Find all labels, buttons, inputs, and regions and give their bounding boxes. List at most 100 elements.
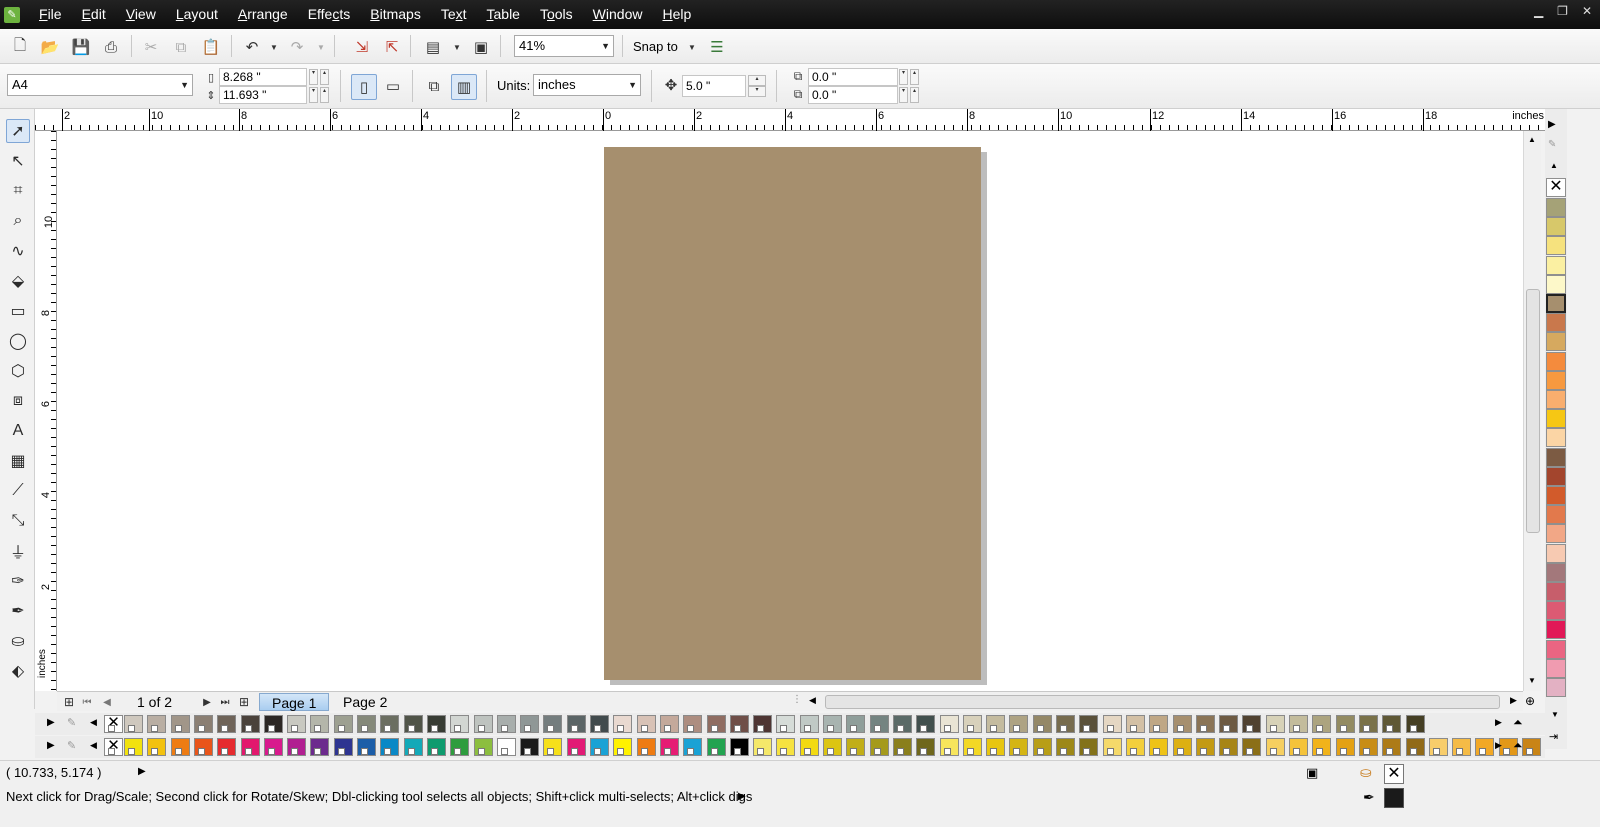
palette-swatch[interactable] [892,715,912,733]
palette-swatch[interactable] [962,715,982,733]
palette-swatch[interactable] [1335,738,1355,756]
palette-swatch[interactable] [1172,715,1192,733]
palette-swatch[interactable] [147,738,167,756]
vertical-scrollbar[interactable]: ▲ ▼ [1523,131,1541,691]
document-page[interactable] [604,147,981,680]
dup-x-spin-up[interactable]: ▴ [910,69,919,85]
menu-item-7[interactable]: Text [431,0,477,29]
polygon-tool-icon[interactable]: ⬡ [6,359,30,383]
landscape-icon[interactable]: ▭ [383,76,403,96]
eyedropper-tool-icon[interactable]: ✑ [6,569,30,593]
palette-swatch[interactable] [1172,738,1192,756]
palette-swatch[interactable] [1452,738,1472,756]
palette-swatch[interactable] [450,715,470,733]
palette-swatch[interactable] [1102,738,1122,756]
palette-swatch[interactable] [1546,198,1566,217]
no-color-swatch[interactable]: ✕ [104,715,123,733]
units-combo[interactable]: inches ▼ [533,74,641,96]
palette-swatch[interactable] [1056,738,1075,756]
width-spin-down[interactable]: ▾ [309,69,318,85]
save-icon[interactable]: 💾 [71,37,91,57]
height-spin-up[interactable]: ▴ [320,87,329,103]
copy-icon[interactable]: ⧉ [171,37,191,57]
palette-scroll-left-icon[interactable]: ◀ [90,740,97,751]
palette-swatch[interactable] [1546,582,1566,601]
palette-swatch[interactable] [1546,351,1566,371]
palette-swatch[interactable] [287,738,307,756]
palette-swatch[interactable] [403,715,423,733]
palette-swatch[interactable] [1312,738,1332,756]
blend-tool-icon[interactable]: ⏚ [6,539,30,563]
palette-swatch[interactable] [613,715,633,733]
scroll-left-icon[interactable]: ◀ [809,695,816,706]
palette-swatch[interactable] [916,715,936,733]
palette-swatch[interactable] [520,738,540,756]
palette-swatch[interactable] [496,738,516,756]
palette-swatch[interactable] [217,738,237,756]
palette-swatch[interactable] [310,738,330,756]
palette-swatch[interactable] [1522,738,1541,756]
page-width-field[interactable]: 8.268 " [219,68,307,86]
vertical-ruler[interactable]: 10 8 6 4 2 [35,131,57,691]
palette-swatch[interactable] [1079,715,1099,733]
smart-fill-tool-icon[interactable]: ⬙ [6,269,30,293]
palette-swatch[interactable] [380,738,400,756]
palette-swatch[interactable] [939,738,959,756]
palette-swatch[interactable] [357,738,376,756]
palette-swatch[interactable] [1546,562,1566,582]
dup-y-spin-up[interactable]: ▴ [910,87,919,103]
menu-item-0[interactable]: File [29,0,72,29]
palette-swatch[interactable] [170,715,190,733]
palette-swatch[interactable] [1546,428,1566,448]
palette-scroll-up-icon[interactable]: ▲ [1550,161,1558,170]
palette-swatch[interactable] [939,715,959,733]
palette-swatch[interactable] [543,715,563,733]
menu-item-8[interactable]: Table [477,0,530,29]
last-page-icon[interactable]: ⏭ [215,692,235,712]
palette-swatch[interactable] [799,715,819,733]
menu-item-11[interactable]: Help [652,0,701,29]
palette-swatch[interactable] [193,738,213,756]
palette-swatch[interactable] [193,715,213,733]
palette-swatch[interactable] [1149,738,1169,756]
fill-color-none-swatch[interactable]: ✕ [1384,764,1404,784]
palette-swatch[interactable] [1546,447,1566,467]
vertical-scroll-thumb[interactable] [1526,289,1540,533]
palette-swatch[interactable] [776,738,796,756]
palette-swatch[interactable] [240,715,260,733]
palette-swatch[interactable] [1195,738,1215,756]
duplicate-x-field[interactable]: 0.0 " [808,68,898,86]
palette-swatch[interactable] [1009,715,1029,733]
palette-swatch[interactable] [543,738,563,756]
palette-swatch[interactable] [590,715,609,733]
width-spin-up[interactable]: ▴ [320,69,329,85]
palette-swatch[interactable] [1219,738,1239,756]
palette-swatch[interactable] [776,715,796,733]
palette-swatch[interactable] [986,715,1006,733]
add-page-after-icon[interactable]: ⊞ [234,692,254,712]
palette-eyedropper-icon[interactable]: ✎ [1548,139,1556,150]
palette-swatch[interactable] [1056,715,1075,733]
palette-swatch[interactable] [916,738,936,756]
palette-swatch[interactable] [1125,715,1145,733]
palette-swatch[interactable] [1546,620,1566,640]
rectangle-tool-icon[interactable]: ▭ [6,299,30,323]
palette-swatch[interactable] [846,738,866,756]
no-color-swatch[interactable]: ✕ [104,738,123,756]
horizontal-ruler[interactable]: 2 10 8 6 4 2 0 2 4 6 8 10 12 14 16 18 inches [35,109,1548,131]
palette-swatch[interactable] [1265,738,1285,756]
palette-swatch[interactable] [426,738,446,756]
palette-swatch[interactable] [1546,466,1566,486]
palette-swatch[interactable] [380,715,400,733]
dup-y-spin-down[interactable]: ▾ [899,87,908,103]
palette-swatch[interactable] [287,715,307,733]
palette-swatch[interactable] [683,738,703,756]
snap-dropdown-icon[interactable]: ▼ [682,37,702,57]
palette-swatch[interactable] [1428,738,1448,756]
palette-swatch[interactable] [357,715,376,733]
nudge-field[interactable]: 5.0 " [682,75,746,97]
application-launcher-icon[interactable]: ▤ [423,37,443,57]
palette-swatch[interactable] [1265,715,1285,733]
portrait-icon[interactable]: ▯ [351,74,377,100]
crop-tool-icon[interactable]: ⌗ [6,179,30,203]
